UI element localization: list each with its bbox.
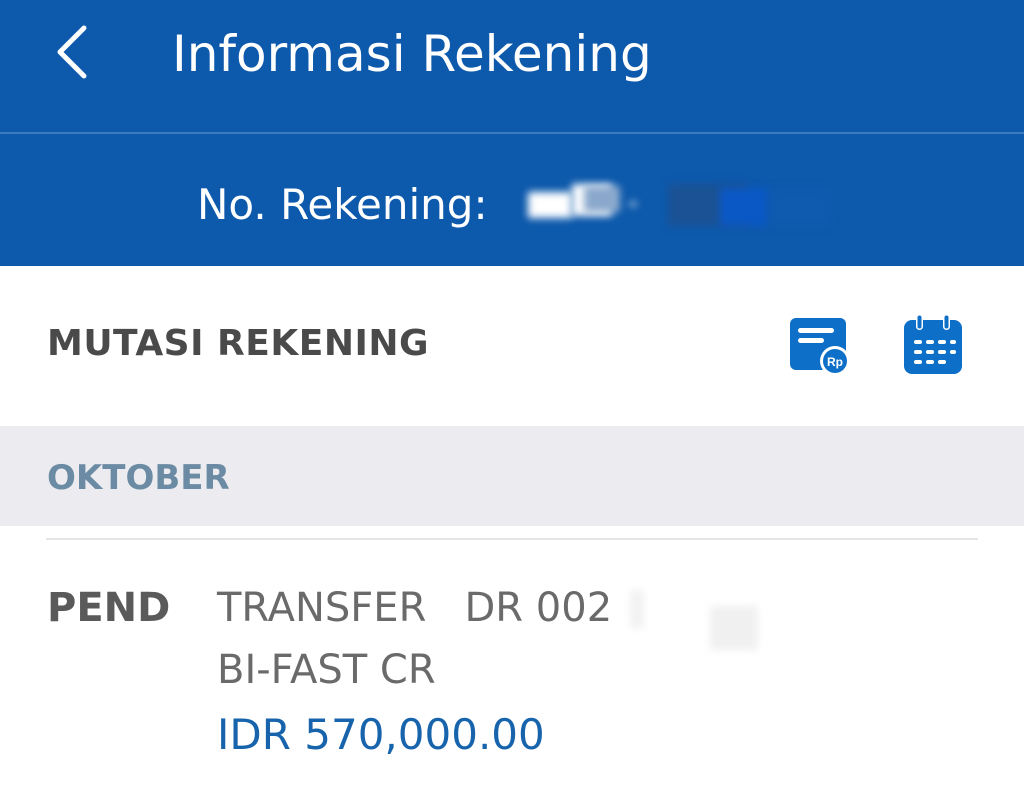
account-row: No. Rekening:: [197, 176, 488, 232]
transaction-amount: IDR 570,000.00: [217, 710, 545, 759]
title-bar: Informasi Rekening: [0, 0, 1024, 132]
masked-reference-2: [710, 606, 758, 650]
page-title: Informasi Rekening: [172, 25, 652, 83]
account-number-masked: [500, 180, 860, 232]
calendar-button[interactable]: [902, 314, 966, 378]
statement-rupiah-icon: Rp: [790, 318, 850, 376]
chevron-left-icon: [57, 25, 87, 79]
transaction-item[interactable]: PEND TRANSFER DR 002 BI-FAST CR IDR 570,…: [0, 540, 1024, 795]
account-label: No. Rekening:: [197, 179, 488, 229]
app-root: Informasi Rekening No. Rekening: MUTASI …: [0, 0, 1024, 795]
statement-button[interactable]: Rp: [788, 314, 852, 378]
header: Informasi Rekening No. Rekening:: [0, 0, 1024, 266]
section-title: MUTASI REKENING: [47, 323, 430, 364]
masked-reference: [630, 590, 644, 628]
transaction-status: PEND: [47, 585, 171, 631]
month-label: OKTOBER: [47, 458, 230, 498]
calendar-icon: [904, 314, 962, 374]
month-header: OKTOBER: [0, 426, 1024, 526]
transaction-description-line2: BI-FAST CR: [217, 647, 436, 693]
transaction-description-line1: TRANSFER DR 002: [217, 585, 613, 631]
svg-text:Rp: Rp: [827, 355, 843, 369]
back-button[interactable]: [40, 20, 104, 84]
header-divider: [0, 132, 1024, 134]
mutation-section-header: MUTASI REKENING Rp: [0, 266, 1024, 426]
